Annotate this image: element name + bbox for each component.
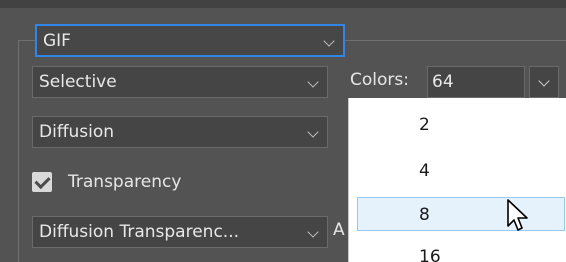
colors-dropdown-list[interactable]: 2 4 8 16 (348, 98, 566, 262)
color-reduction-value: Selective (39, 72, 117, 92)
file-format-value: GIF (43, 31, 71, 51)
transparency-dither-select[interactable]: Diffusion Transparenc... (32, 216, 328, 248)
file-format-select[interactable]: GIF (35, 24, 345, 57)
transparency-label: Transparency (68, 172, 182, 192)
chevron-down-icon (307, 126, 319, 138)
option-label: 4 (419, 161, 430, 181)
colors-input[interactable]: 64 (427, 66, 525, 98)
dither-algorithm-select[interactable]: Diffusion (32, 116, 328, 148)
colors-option-highlighted[interactable]: 8 (357, 197, 565, 231)
colors-option[interactable]: 2 (349, 108, 566, 142)
colors-option[interactable]: 16 (349, 240, 566, 262)
transparency-checkbox[interactable] (32, 172, 52, 192)
chevron-down-icon (538, 75, 550, 87)
option-label: 2 (419, 115, 430, 135)
chevron-down-icon (307, 226, 319, 238)
group-border-left (18, 40, 19, 262)
option-label: 8 (419, 205, 430, 225)
chevron-down-icon (323, 35, 335, 47)
colors-label: Colors: (350, 70, 409, 90)
colors-option[interactable]: 4 (349, 154, 566, 188)
panel-top-border (0, 0, 566, 8)
mouse-pointer-icon (507, 199, 528, 231)
option-label: 16 (419, 247, 441, 262)
optimize-panel: GIF Selective Colors: 64 Diffusion Trans… (0, 0, 566, 262)
colors-value: 64 (432, 72, 454, 92)
colors-dropdown-button[interactable] (529, 66, 559, 98)
amount-label-partial: A (333, 220, 345, 240)
transparency-dither-value: Diffusion Transparenc... (39, 222, 239, 242)
color-reduction-select[interactable]: Selective (32, 66, 328, 98)
dither-algorithm-value: Diffusion (39, 122, 115, 142)
chevron-down-icon (307, 76, 319, 88)
